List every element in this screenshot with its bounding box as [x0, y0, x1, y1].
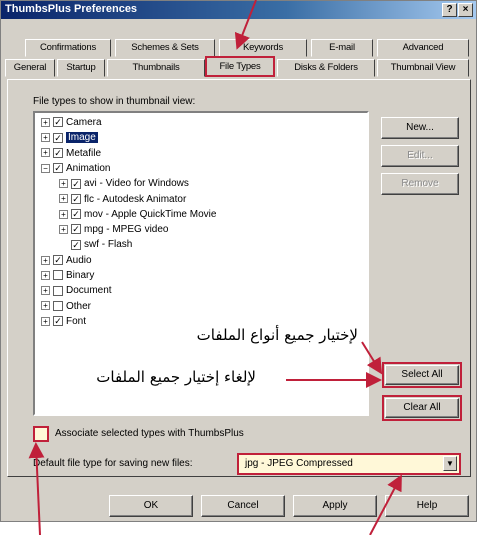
tab-schemes-sets[interactable]: Schemes & Sets — [115, 39, 215, 57]
tree-item-label: Document — [66, 285, 112, 297]
clear-all-button[interactable]: Clear All — [382, 395, 462, 421]
tab-email[interactable]: E-mail — [311, 39, 373, 57]
tree-item[interactable]: + ✓ Image — [41, 131, 98, 145]
window-title: ThumbsPlus Preferences — [5, 3, 138, 15]
preferences-window: ThumbsPlus Preferences ? × Confirmations… — [0, 0, 477, 522]
expand-icon[interactable]: + — [41, 301, 50, 311]
tab-general[interactable]: General — [5, 59, 55, 77]
tree-item[interactable]: + ✓ flc - Autodesk Animator — [59, 193, 186, 207]
tree-item-label: Metafile — [66, 147, 102, 159]
ok-button[interactable]: OK — [109, 495, 193, 517]
help-button[interactable]: Help — [385, 495, 469, 517]
tab-file-types[interactable]: File Types — [205, 56, 275, 77]
tree-item[interactable]: + ✓ Metafile — [41, 147, 101, 161]
tab-disks-folders[interactable]: Disks & Folders — [277, 59, 375, 77]
tree-item-checkbox[interactable]: ✓ — [71, 193, 81, 204]
tree-item-checkbox[interactable]: ✓ — [71, 209, 81, 220]
tree-item-checkbox[interactable]: ✓ — [53, 117, 63, 128]
expand-icon[interactable]: + — [41, 255, 50, 265]
tab-thumbnail-view[interactable]: Thumbnail View — [377, 59, 469, 77]
tree-item[interactable]: ✓ swf - Flash — [59, 238, 132, 252]
expand-icon[interactable]: + — [41, 270, 50, 280]
tree-item-checkbox[interactable]: ✓ — [53, 163, 63, 174]
tree-item-label: mpg - MPEG video — [84, 224, 169, 236]
associate-label: Associate selected types with ThumbsPlus — [55, 428, 244, 439]
tree-item[interactable]: + ✓ mpg - MPEG video — [59, 223, 168, 237]
tree-item-label: Font — [66, 315, 87, 327]
new-button[interactable]: New... — [381, 117, 459, 139]
tab-keywords[interactable]: Keywords — [219, 39, 307, 57]
expand-icon[interactable]: + — [59, 209, 68, 219]
default-type-value: jpg - JPEG Compressed — [245, 458, 353, 469]
expand-icon[interactable]: + — [59, 194, 68, 204]
tree-item-checkbox[interactable]: ✓ — [53, 132, 63, 143]
tree-item[interactable]: + ✓ mov - Apple QuickTime Movie — [59, 208, 216, 222]
tree-item-label: mov - Apple QuickTime Movie — [84, 208, 217, 220]
expand-icon[interactable]: + — [41, 148, 50, 158]
tree-item[interactable]: + ✓ Audio — [41, 254, 92, 268]
expand-icon[interactable]: + — [41, 316, 50, 326]
associate-checkbox[interactable] — [33, 426, 49, 442]
tree-item-label: Camera — [66, 117, 102, 128]
tree-item-label: avi - Video for Windows — [84, 178, 189, 190]
tree-item-checkbox[interactable]: ✓ — [53, 255, 63, 266]
cancel-button[interactable]: Cancel — [201, 495, 285, 517]
tree-item-checkbox[interactable]: ✓ — [71, 239, 81, 250]
expand-icon[interactable]: + — [59, 224, 68, 234]
expand-icon[interactable]: + — [41, 133, 50, 143]
tree-item[interactable]: + ✓ avi - Video for Windows — [59, 177, 189, 191]
tree-item-checkbox[interactable]: ✓ — [71, 224, 81, 235]
tree-item-checkbox[interactable] — [53, 300, 63, 311]
select-all-button[interactable]: Select All — [382, 362, 462, 388]
tree-item[interactable]: + ✓ Camera — [41, 116, 102, 130]
remove-button[interactable]: Remove — [381, 173, 459, 195]
file-types-label: File types to show in thumbnail view: — [33, 96, 196, 107]
expand-icon[interactable]: + — [59, 179, 68, 189]
tab-advanced[interactable]: Advanced — [377, 39, 469, 57]
edit-button[interactable]: Edit... — [381, 145, 459, 167]
tree-item-checkbox[interactable] — [53, 285, 63, 296]
tree-item-checkbox[interactable]: ✓ — [53, 147, 63, 158]
tree-item-label: Binary — [66, 270, 95, 281]
tree-item-label: swf - Flash — [84, 239, 133, 251]
collapse-icon[interactable]: − — [41, 163, 50, 173]
tree-item[interactable]: + Document — [41, 284, 112, 298]
image-bottom-margin — [0, 522, 477, 535]
tree-item-checkbox[interactable] — [53, 270, 63, 281]
select-all-callout: لإختيار جميع أنواع الملفات — [196, 326, 358, 344]
tree-item[interactable]: + ✓ Font — [41, 315, 86, 329]
default-type-select[interactable]: jpg - JPEG Compressed ▼ — [237, 453, 461, 475]
help-title-button[interactable]: ? — [442, 3, 457, 17]
tree-item-label: Audio — [66, 254, 92, 266]
title-bar: ThumbsPlus Preferences ? × — [1, 1, 476, 19]
tree-item-label: Other — [66, 300, 92, 312]
tree-item[interactable]: + Other — [41, 300, 91, 314]
tab-thumbnails[interactable]: Thumbnails — [107, 59, 205, 77]
tree-item[interactable]: − ✓ Animation — [41, 162, 110, 176]
chevron-down-icon[interactable]: ▼ — [443, 456, 457, 471]
clear-all-callout: لإلغاء إختيار جميع الملفات — [96, 368, 256, 386]
expand-icon[interactable]: + — [41, 286, 50, 296]
tab-startup[interactable]: Startup — [57, 59, 105, 77]
tab-row-front: General Startup Thumbnails File Types Di… — [5, 56, 475, 77]
tree-item-checkbox[interactable]: ✓ — [71, 178, 81, 189]
apply-button[interactable]: Apply — [293, 495, 377, 517]
tab-confirmations[interactable]: Confirmations — [25, 39, 111, 57]
tree-item-checkbox[interactable]: ✓ — [53, 316, 63, 327]
tab-row-back: Confirmations Schemes & Sets Keywords E-… — [5, 39, 473, 57]
tree-item-label: Image — [66, 132, 98, 144]
tree-item-label: flc - Autodesk Animator — [84, 193, 187, 205]
default-type-label: Default file type for saving new files: — [33, 458, 193, 469]
tree-item[interactable]: + Binary — [41, 269, 94, 283]
close-title-button[interactable]: × — [458, 3, 473, 17]
tree-item-label: Animation — [66, 162, 111, 174]
expand-icon[interactable]: + — [41, 117, 50, 127]
